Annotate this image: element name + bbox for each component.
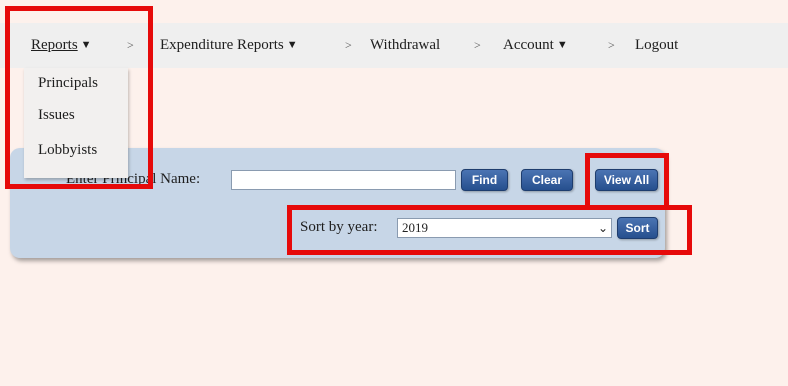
chevron-down-icon: ▼	[286, 39, 298, 51]
nav-separator: >	[345, 38, 352, 52]
nav-withdrawal[interactable]: Withdrawal	[370, 37, 440, 54]
highlight-box-reports-menu	[5, 6, 153, 189]
nav-account-label: Account	[503, 37, 554, 53]
nav-expenditure-reports[interactable]: Expenditure Reports ▼	[160, 37, 298, 54]
nav-account[interactable]: Account ▼	[503, 37, 568, 54]
nav-separator: >	[608, 38, 615, 52]
highlight-box-view-all	[585, 153, 669, 210]
clear-button[interactable]: Clear	[521, 169, 573, 191]
nav-expenditure-label: Expenditure Reports	[160, 37, 284, 53]
principal-name-input[interactable]	[231, 170, 456, 190]
nav-logout[interactable]: Logout	[635, 37, 678, 54]
highlight-box-sort	[287, 205, 692, 255]
chevron-down-icon: ▼	[556, 39, 568, 51]
find-button[interactable]: Find	[461, 169, 508, 191]
nav-separator: >	[474, 38, 481, 52]
